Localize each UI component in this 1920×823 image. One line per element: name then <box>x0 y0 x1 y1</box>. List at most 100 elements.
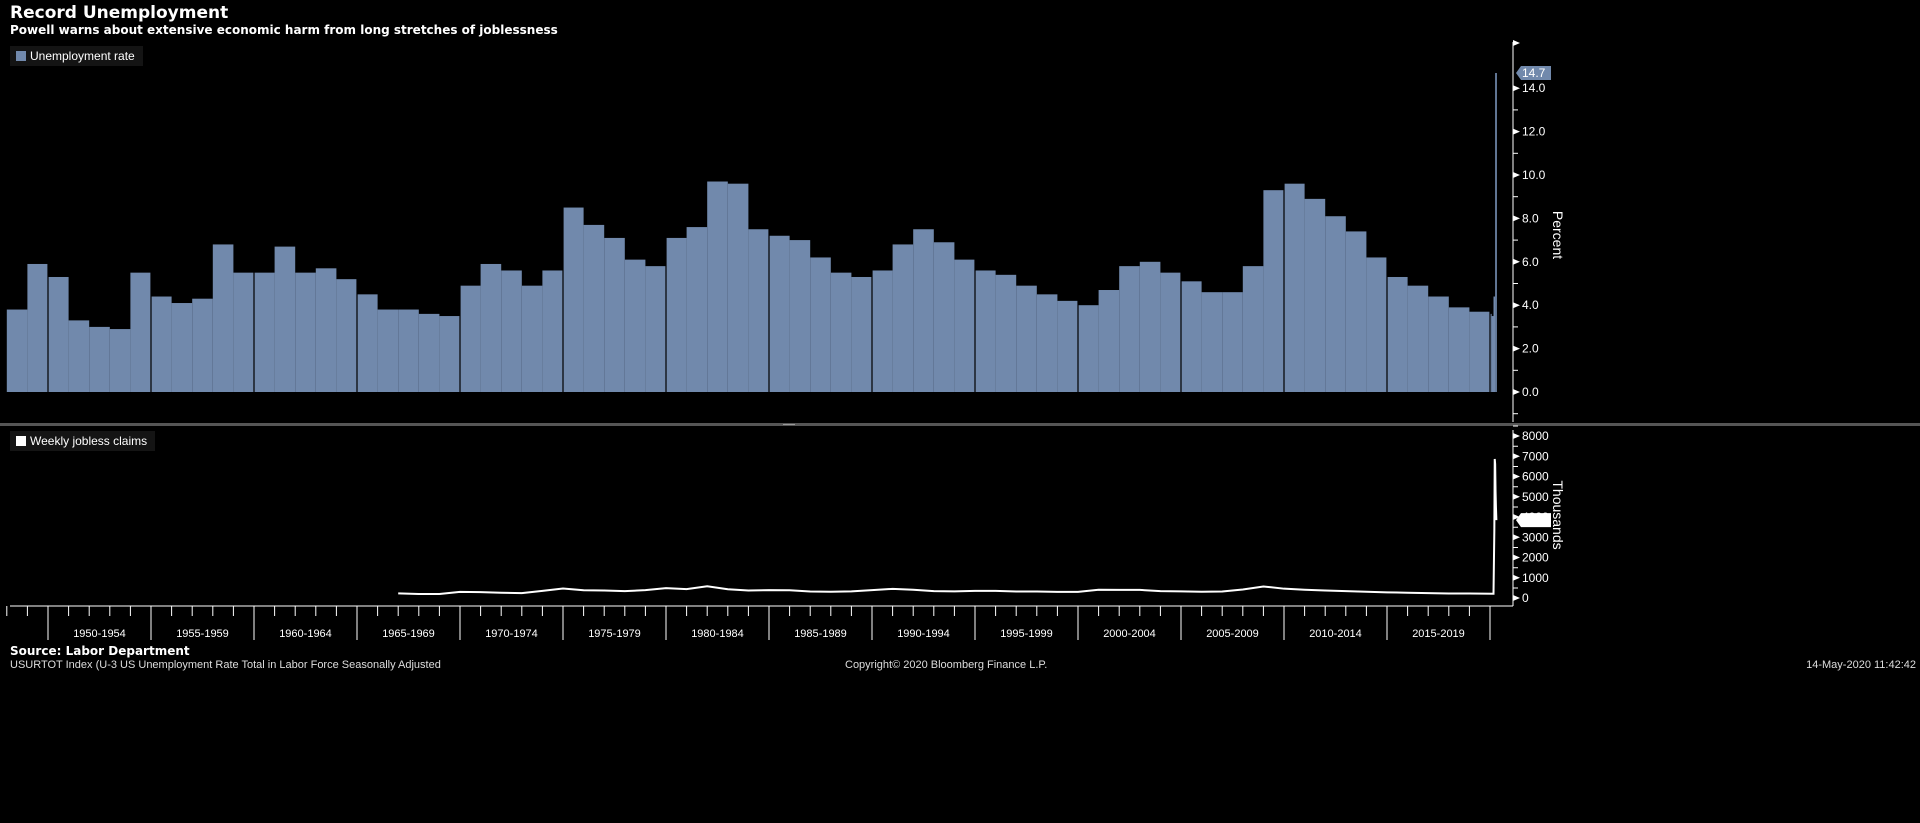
unemployment-bar <box>1222 292 1243 392</box>
x-tick-label: 2005-2009 <box>1206 628 1259 640</box>
y-tick-label: 2.0 <box>1522 342 1539 356</box>
tick-mark <box>1513 302 1520 309</box>
x-tick-label: 1970-1974 <box>485 628 538 640</box>
tick-mark <box>1513 473 1520 480</box>
copyright: Copyright© 2020 Bloomberg Finance L.P. <box>845 659 1048 671</box>
tick-mark <box>1513 453 1520 460</box>
legend-swatch <box>16 51 26 61</box>
unemployment-bar <box>1181 281 1202 392</box>
tick-mark <box>1513 128 1520 135</box>
unemployment-bar <box>1263 190 1284 392</box>
unemployment-bar <box>1407 285 1429 392</box>
unemployment-bar <box>521 285 543 392</box>
unemployment-bar <box>1201 292 1223 392</box>
x-tick-label: 1980-1984 <box>691 628 744 640</box>
unemployment-bar <box>1016 285 1037 392</box>
y-tick-label: 5000 <box>1522 490 1549 504</box>
unemployment-bar <box>130 272 151 392</box>
unemployment-bar <box>1139 261 1161 392</box>
unemployment-bar <box>1345 231 1367 392</box>
panel-separator <box>0 423 1920 426</box>
unemployment-bar <box>995 274 1017 392</box>
unemployment-bar <box>583 224 605 392</box>
unemployment-bar <box>830 272 852 392</box>
unemployment-bar <box>1325 216 1346 392</box>
x-tick-label: 1955-1959 <box>176 628 229 640</box>
unemployment-bar <box>1160 272 1181 392</box>
x-tick-label: 2015-2019 <box>1412 628 1465 640</box>
y-axis-title: Percent <box>1550 211 1566 259</box>
y-tick-label: 1000 <box>1522 571 1549 585</box>
unemployment-bar <box>1491 316 1494 392</box>
tick-mark <box>1513 554 1520 561</box>
y-tick-label: 0.0 <box>1522 385 1539 399</box>
x-tick-label: 1975-1979 <box>588 628 641 640</box>
unemployment-bar <box>1304 198 1326 392</box>
unemployment-bar <box>686 227 708 392</box>
legend-swatch <box>16 436 26 446</box>
y-tick-label: 12.0 <box>1522 125 1546 139</box>
x-tick-label: 1990-1994 <box>897 628 950 640</box>
unemployment-bar <box>398 309 419 392</box>
unemployment-bar <box>89 326 110 392</box>
unemployment-bar <box>645 266 666 392</box>
unemployment-bar <box>418 313 440 392</box>
unemployment-bar <box>892 244 914 392</box>
y-tick-label: 6000 <box>1522 470 1549 484</box>
y-tick-label: 8000 <box>1522 429 1549 443</box>
unemployment-bar <box>439 316 460 392</box>
chart-canvas: 0.0 2.0 4.0 6.0 8.0 10.0 12.0 14.014.7 Percent 0 1… <box>0 40 1920 640</box>
unemployment-bar <box>27 263 48 392</box>
tick-mark <box>1513 534 1520 541</box>
unemployment-bar <box>336 279 357 392</box>
unemployment-bar <box>666 237 687 392</box>
unemployment-bar <box>727 183 749 392</box>
unemployment-bar <box>171 303 193 392</box>
unemployment-bar <box>1119 266 1140 392</box>
unemployment-bar <box>274 246 296 392</box>
timestamp: 14-May-2020 11:42:42 <box>1806 659 1916 671</box>
unemployment-bar <box>1448 307 1470 392</box>
unemployment-bar <box>357 294 378 392</box>
unemployment-bar <box>542 270 563 392</box>
unemployment-bar <box>480 263 502 392</box>
unemployment-bar <box>1284 183 1305 392</box>
unemployment-bar <box>1469 311 1490 392</box>
unemployment-bar <box>624 259 646 392</box>
tick-mark <box>1513 493 1520 500</box>
unemployment-bar <box>315 268 337 392</box>
y-tick-label: 0 <box>1522 591 1529 605</box>
legend-jobless-claims[interactable]: Weekly jobless claims <box>10 431 156 451</box>
y-tick-label: 8.0 <box>1522 211 1539 225</box>
unemployment-bar <box>851 276 872 392</box>
unemployment-bar <box>460 285 481 392</box>
unemployment-bar <box>1428 296 1449 392</box>
unemployment-bar <box>1242 266 1264 392</box>
tick-mark <box>1513 574 1520 581</box>
legend-label: Unemployment rate <box>30 49 135 63</box>
unemployment-bar <box>377 309 399 392</box>
jobless-claims-line <box>398 458 1498 595</box>
unemployment-bar <box>810 257 831 392</box>
unemployment-bar <box>707 181 728 392</box>
unemployment-bar <box>233 272 254 392</box>
unemployment-bar <box>975 270 996 392</box>
unemployment-bar <box>151 296 172 392</box>
tick-mark <box>1513 40 1520 46</box>
unemployment-bar <box>563 207 584 392</box>
unemployment-bar <box>48 276 69 392</box>
unemployment-bar <box>6 309 28 392</box>
source-note: Source: Labor Department <box>10 644 190 658</box>
unemployment-bar <box>1495 73 1497 392</box>
y-axis-title: Thousands <box>1550 480 1566 549</box>
unemployment-bar <box>254 272 275 392</box>
unemployment-bar <box>212 244 234 392</box>
unemployment-bar <box>1387 276 1408 392</box>
unemployment-bar <box>295 272 316 392</box>
unemployment-bar <box>1036 294 1058 392</box>
legend-unemployment[interactable]: Unemployment rate <box>10 46 143 66</box>
tick-mark <box>1513 85 1520 92</box>
tick-mark <box>1513 258 1520 265</box>
unemployment-bar <box>1057 300 1078 392</box>
x-tick-label: 2010-2014 <box>1309 628 1362 640</box>
